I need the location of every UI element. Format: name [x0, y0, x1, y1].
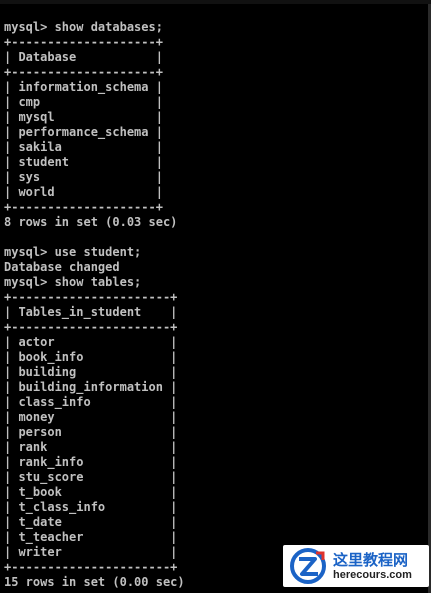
- terminal-line: | performance_schema |: [4, 125, 163, 139]
- terminal-line: | rank |: [4, 440, 178, 454]
- terminal-line: | Database |: [4, 50, 163, 64]
- terminal-line: mysql> use student;: [4, 245, 142, 259]
- terminal-output: mysql> show databases; +-----------------…: [4, 20, 185, 590]
- watermark-badge: 这里教程网 herecours.com: [283, 545, 429, 587]
- terminal-line: | money |: [4, 410, 178, 424]
- terminal-line: | t_teacher |: [4, 530, 178, 544]
- terminal-line: +--------------------+: [4, 200, 163, 214]
- site-logo-icon: [289, 547, 327, 585]
- terminal-line: +----------------------+: [4, 320, 178, 334]
- terminal-line: | sys |: [4, 170, 163, 184]
- terminal-line: | book_info |: [4, 350, 178, 364]
- terminal-line: | t_book |: [4, 485, 178, 499]
- terminal-line: | student |: [4, 155, 163, 169]
- terminal-line: | class_info |: [4, 395, 178, 409]
- terminal-line: | Tables_in_student |: [4, 305, 178, 319]
- terminal-line: | rank_info |: [4, 455, 178, 469]
- terminal-line: | building |: [4, 365, 178, 379]
- watermark-url: herecours.com: [333, 568, 412, 581]
- terminal-line: +----------------------+: [4, 560, 178, 574]
- terminal-line: | information_schema |: [4, 80, 163, 94]
- terminal-line: 15 rows in set (0.00 sec): [4, 575, 185, 589]
- terminal-line: | t_date |: [4, 515, 178, 529]
- terminal-line: | cmp |: [4, 95, 163, 109]
- terminal-line: | writer |: [4, 545, 178, 559]
- terminal-line: | t_class_info |: [4, 500, 178, 514]
- terminal-line: +----------------------+: [4, 290, 178, 304]
- terminal-line: Database changed: [4, 260, 120, 274]
- console-window[interactable]: mysql> show databases; +-----------------…: [0, 0, 431, 593]
- terminal-line: | sakila |: [4, 140, 163, 154]
- terminal-line: | mysql |: [4, 110, 163, 124]
- terminal-line: 8 rows in set (0.03 sec): [4, 215, 178, 229]
- watermark-title: 这里教程网: [333, 550, 409, 569]
- terminal-line: mysql> show databases;: [4, 20, 163, 34]
- terminal-line: | world |: [4, 185, 163, 199]
- terminal-line: | building_information |: [4, 380, 178, 394]
- terminal-line: +--------------------+: [4, 35, 163, 49]
- terminal-line: +--------------------+: [4, 65, 163, 79]
- terminal-line: | actor |: [4, 335, 178, 349]
- terminal-line: | stu_score |: [4, 470, 178, 484]
- terminal-line: | person |: [4, 425, 178, 439]
- watermark-text: 这里教程网 herecours.com: [333, 551, 412, 582]
- terminal-line: mysql> show tables;: [4, 275, 142, 289]
